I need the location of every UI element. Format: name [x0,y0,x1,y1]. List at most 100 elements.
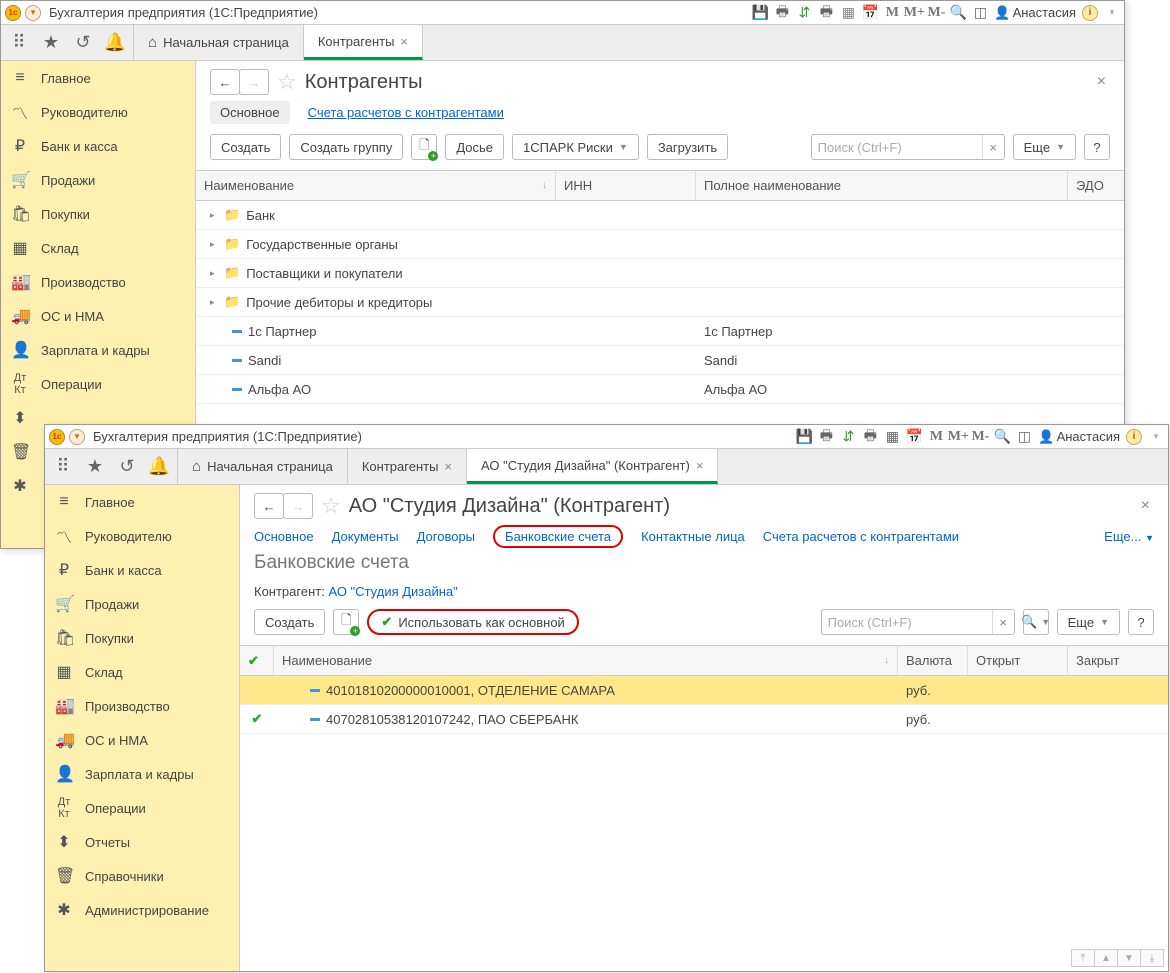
scroll-down-button[interactable]: ▼ [1117,949,1141,967]
search-button[interactable]: 🔍▼ [1023,609,1049,635]
nav-purchases[interactable]: 🛍Покупки [45,621,239,655]
use-as-main-button[interactable]: ✔Использовать как основной [367,609,578,635]
nav-reports[interactable]: ⬍Отчеты [45,825,239,859]
nav-bank[interactable]: ₽Банк и касса [1,129,195,163]
close-icon[interactable]: × [696,458,704,473]
star-icon[interactable]: ☆ [321,493,341,519]
info-icon[interactable]: i [1126,429,1142,445]
subtab-contracts[interactable]: Договоры [417,525,475,548]
titlebar-chevron-icon[interactable]: ▾ [1104,5,1120,21]
user-menu[interactable]: 👤 Анастасия [1038,429,1120,445]
nav-main[interactable]: ≡Главное [45,485,239,519]
star-icon[interactable]: ☆ [277,69,297,95]
nav-hr[interactable]: 👤Зарплата и кадры [45,757,239,791]
calendar-icon[interactable]: 📅 [906,429,922,445]
forward-button[interactable]: → [283,493,313,519]
upload-button[interactable]: Загрузить [647,134,728,160]
notifications-icon[interactable]: 🔔 [103,32,127,53]
zoom-icon[interactable]: 🔍 [950,5,966,21]
nav-purchases[interactable]: 🛍Покупки [1,197,195,231]
panels-icon[interactable]: ◫ [972,5,988,21]
calc-icon[interactable]: ▦ [840,5,856,21]
more-button[interactable]: Еще▼ [1013,134,1076,160]
apps-icon[interactable]: ⠿ [51,456,75,477]
titlebar-chevron-icon[interactable]: ▾ [1148,429,1164,445]
nav-hr[interactable]: 👤Зарплата и кадры [1,333,195,367]
panels-icon[interactable]: ◫ [1016,429,1032,445]
tab-contractors[interactable]: Контрагенты× [304,25,423,60]
clear-search-icon[interactable]: × [982,135,1004,159]
search-input[interactable]: × [821,609,1015,635]
print2-icon[interactable]: 🖶 [818,5,834,21]
search-input[interactable]: × [811,134,1005,160]
info-icon[interactable]: i [1082,5,1098,21]
tab-contractor-card[interactable]: АО "Студия Дизайна" (Контрагент)× [467,449,718,484]
calendar-icon[interactable]: 📅 [862,5,878,21]
dossier-button[interactable]: Досье [445,134,504,160]
favorite-icon[interactable]: ★ [83,456,107,477]
create-button[interactable]: Создать [210,134,281,160]
nav-manager[interactable]: 〽Руководителю [45,519,239,553]
more-button[interactable]: Еще▼ [1057,609,1120,635]
nav-assets[interactable]: 🚚ОС и НМА [45,723,239,757]
subtab-accounts[interactable]: Счета расчетов с контрагентами [763,525,959,548]
nav-operations[interactable]: ДтКтОперации [1,367,195,401]
nav-sales[interactable]: 🛒Продажи [1,163,195,197]
subtab-more[interactable]: Еще... ▼ [1104,525,1154,548]
nav-assets[interactable]: 🚚ОС и НМА [1,299,195,333]
memory-mminus[interactable]: M- [972,429,988,445]
subtab-main[interactable]: Основное [210,101,290,124]
account-row[interactable]: 40101810200000010001, ОТДЕЛЕНИЕ САМАРА р… [240,676,1168,705]
memory-mplus[interactable]: M+ [950,429,966,445]
create-button[interactable]: Создать [254,609,325,635]
folder-row[interactable]: ▸📁Прочие дебиторы и кредиторы [196,288,1124,317]
scroll-up-button[interactable]: ▲ [1094,949,1118,967]
dropdown-icon[interactable]: ▾ [69,429,85,445]
help-button[interactable]: ? [1084,134,1110,160]
nav-production[interactable]: 🏭Производство [45,689,239,723]
subtab-main[interactable]: Основное [254,525,314,548]
close-icon[interactable]: × [400,34,408,49]
nav-warehouse[interactable]: ▦Склад [45,655,239,689]
item-row[interactable]: Альфа АО Альфа АО [196,375,1124,404]
zoom-icon[interactable]: 🔍 [994,429,1010,445]
back-button[interactable]: ← [254,493,284,519]
calc-icon[interactable]: ▦ [884,429,900,445]
notifications-icon[interactable]: 🔔 [147,456,171,477]
memory-m[interactable]: M [884,5,900,21]
folder-row[interactable]: ▸📁Государственные органы [196,230,1124,259]
nav-sales[interactable]: 🛒Продажи [45,587,239,621]
memory-mminus[interactable]: M- [928,5,944,21]
history-icon[interactable]: ↺ [71,32,95,53]
memory-m[interactable]: M [928,429,944,445]
close-icon[interactable]: × [444,459,452,474]
nav-bank[interactable]: ₽Банк и касса [45,553,239,587]
nav-manager[interactable]: 〽Руководителю [1,95,195,129]
dropdown-icon[interactable]: ▾ [25,5,41,21]
account-row[interactable]: ✔ 40702810538120107242, ПАО СБЕРБАНК руб… [240,705,1168,734]
help-button[interactable]: ? [1128,609,1154,635]
user-menu[interactable]: 👤 Анастасия [994,5,1076,21]
contractor-link[interactable]: АО "Студия Дизайна" [328,584,457,599]
create-from-button[interactable]: 🗋 [411,134,437,160]
print2-icon[interactable]: 🖶 [862,429,878,445]
spark-button[interactable]: 1СПАРК Риски▼ [512,134,639,160]
compare-icon[interactable]: ⇵ [796,5,812,21]
memory-mplus[interactable]: M+ [906,5,922,21]
create-from-button[interactable]: 🗋 [333,609,359,635]
item-row[interactable]: Sandi Sandi [196,346,1124,375]
folder-row[interactable]: ▸📁Поставщики и покупатели [196,259,1124,288]
nav-admin[interactable]: ✱Администрирование [45,893,239,927]
tab-home[interactable]: ⌂Начальная страница [178,449,348,484]
favorite-icon[interactable]: ★ [39,32,63,53]
nav-production[interactable]: 🏭Производство [1,265,195,299]
page-close-icon[interactable]: × [1097,73,1106,91]
history-icon[interactable]: ↺ [115,456,139,477]
subtab-bank-accounts[interactable]: Банковские счета [493,525,623,548]
nav-operations[interactable]: ДтКтОперации [45,791,239,825]
item-row[interactable]: 1с Партнер 1с Партнер [196,317,1124,346]
apps-icon[interactable]: ⠿ [7,32,31,53]
nav-main[interactable]: ≡Главное [1,61,195,95]
save-icon[interactable]: 💾 [796,429,812,445]
tab-contractors[interactable]: Контрагенты× [348,449,467,484]
